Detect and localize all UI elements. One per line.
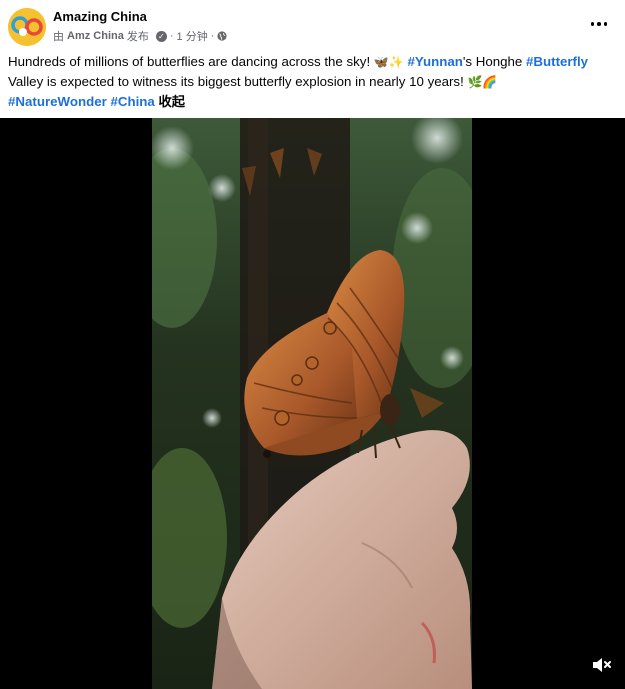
butterfly-on-hand-video-still bbox=[152, 118, 472, 689]
author-name[interactable]: Amz China bbox=[67, 30, 124, 42]
more-dot bbox=[597, 22, 601, 26]
amazing-china-logo-icon bbox=[8, 8, 46, 46]
video-frame bbox=[152, 118, 472, 689]
hashtag-naturewonder[interactable]: #NatureWonder bbox=[8, 94, 107, 109]
speaker-muted-icon bbox=[593, 658, 611, 672]
caption-text: Valley is expected to witness its bigges… bbox=[8, 74, 468, 89]
more-horizontal-icon bbox=[590, 22, 595, 26]
caption-text: 's Honghe bbox=[462, 54, 527, 69]
separator-2: · bbox=[210, 30, 215, 42]
page-avatar[interactable] bbox=[8, 8, 46, 46]
page-name[interactable]: Amazing China bbox=[53, 9, 147, 24]
globe-icon[interactable] bbox=[217, 31, 227, 41]
caption-text: Hundreds of millions of butterflies are … bbox=[8, 54, 374, 69]
butterfly-sparkle-emoji: 🦋✨ bbox=[373, 55, 404, 69]
mute-toggle-button[interactable] bbox=[589, 653, 613, 677]
post-meta: 由 Amz China 发布 ✓ · 1 分钟 · bbox=[53, 28, 227, 44]
herb-rainbow-emoji: 🌿🌈 bbox=[467, 75, 498, 89]
published-label: 发布 bbox=[126, 31, 149, 43]
more-options-button[interactable] bbox=[587, 14, 611, 34]
verified-badge-icon: ✓ bbox=[155, 30, 167, 42]
hashtag-china[interactable]: #China bbox=[110, 94, 154, 109]
video-player[interactable] bbox=[0, 118, 625, 689]
post-caption: Hundreds of millions of butterflies are … bbox=[8, 52, 617, 111]
separator: · bbox=[169, 30, 174, 42]
collapse-caption-link[interactable]: 收起 bbox=[159, 94, 186, 109]
post-header: Amazing China 由 Amz China 发布 ✓ · 1 分钟 · bbox=[0, 0, 625, 50]
author-prefix: 由 bbox=[53, 31, 64, 43]
feed-post: Amazing China 由 Amz China 发布 ✓ · 1 分钟 · … bbox=[0, 0, 625, 689]
post-time[interactable]: 1 分钟 bbox=[177, 28, 208, 44]
hashtag-yunnan[interactable]: #Yunnan bbox=[407, 54, 462, 69]
more-dot bbox=[603, 22, 608, 26]
hashtag-butterfly[interactable]: #Butterfly bbox=[526, 54, 588, 69]
